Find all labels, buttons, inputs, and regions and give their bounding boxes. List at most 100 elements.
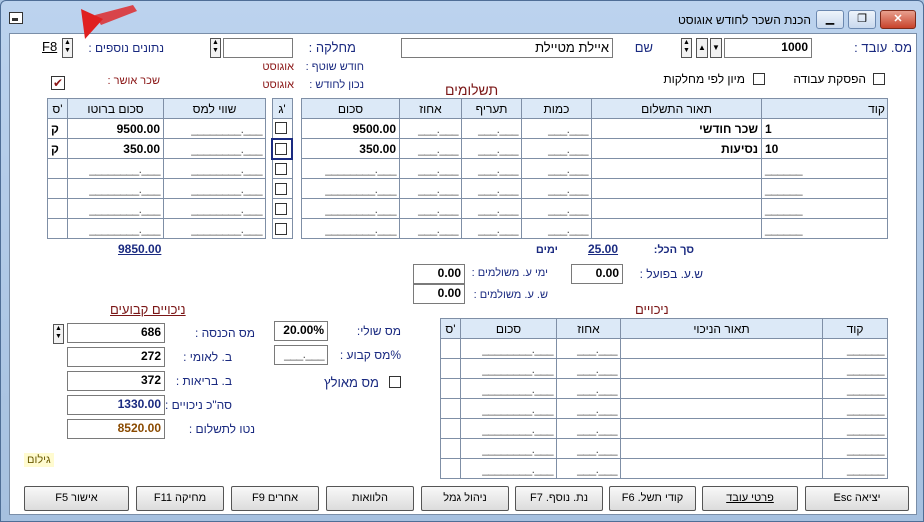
close-button[interactable]: ✕ <box>880 10 916 29</box>
provident-mgmt-button[interactable]: ניהול גמל <box>421 486 509 511</box>
percent-cell[interactable]: ___.___ <box>556 358 621 379</box>
table-row[interactable]: ________.___ ___.___ ______ <box>440 438 888 459</box>
desc-cell[interactable]: נסיעות <box>591 138 762 159</box>
amount-cell[interactable]: ________.___ <box>460 458 557 479</box>
actual-hours-input[interactable]: 0.00 <box>571 264 623 284</box>
code-cell[interactable]: ______ <box>822 398 888 419</box>
amount-cell[interactable]: ________.___ <box>460 438 557 459</box>
net-pay-input[interactable]: 8520.00 <box>67 419 165 439</box>
amount-cell[interactable]: 350.00 <box>301 138 400 159</box>
percent-cell[interactable]: ___.___ <box>556 378 621 399</box>
percent-cell[interactable]: ___.___ <box>556 398 621 419</box>
delete-button[interactable]: מחיקה F11 <box>136 486 224 511</box>
amount-cell[interactable]: ________.___ <box>301 178 400 199</box>
table-row[interactable]: 9500.00 ___.___ ___.___ ___.___ שכר חודש… <box>301 118 888 139</box>
amount-cell[interactable]: ________.___ <box>460 398 557 419</box>
extra-data-value[interactable]: F8 <box>42 39 57 54</box>
amount-cell[interactable]: ________.___ <box>460 378 557 399</box>
fixed-tax-input[interactable]: ___.___ <box>274 345 328 365</box>
work-stop-checkbox[interactable] <box>873 73 885 85</box>
fixed-deductions-spinner[interactable]: ▲ ▼ <box>53 324 64 344</box>
rate-cell[interactable]: ___.___ <box>461 138 522 159</box>
desc-cell[interactable]: שכר חודשי <box>591 118 762 139</box>
table-row[interactable]: ________.___ ___.___ ___.___ ___.___ ___… <box>301 198 888 219</box>
table-row[interactable]: 350.00 ___.___ ___.___ ___.___ נסיעות 10 <box>301 138 888 159</box>
code-cell[interactable]: ______ <box>822 358 888 379</box>
gross-cell[interactable]: ________.___ <box>67 198 164 219</box>
quantity-cell[interactable]: ___.___ <box>521 178 592 199</box>
table-row[interactable]: ________.___ ___.___ ___.___ ___.___ ___… <box>301 178 888 199</box>
sort-by-dept-checkbox[interactable] <box>753 73 765 85</box>
forced-tax-checkbox[interactable] <box>389 376 401 388</box>
desc-cell[interactable] <box>620 378 823 399</box>
tax-value-cell[interactable]: ________.___ <box>163 218 266 239</box>
amount-cell[interactable]: ________.___ <box>301 198 400 219</box>
percent-cell[interactable]: ___.___ <box>399 118 462 139</box>
employee-no-input[interactable]: 1000 <box>724 38 812 58</box>
percent-cell[interactable]: ___.___ <box>556 338 621 359</box>
minimize-button[interactable]: ▁ <box>816 10 844 29</box>
s-cell[interactable] <box>47 218 68 239</box>
s-cell[interactable] <box>440 398 461 419</box>
code-cell[interactable]: ______ <box>761 218 888 239</box>
desc-cell[interactable] <box>591 158 762 179</box>
amount-cell[interactable]: ________.___ <box>460 338 557 359</box>
g-checkbox[interactable] <box>274 122 287 135</box>
gross-cell[interactable]: ________.___ <box>67 218 164 239</box>
income-tax-input[interactable]: 686 <box>67 323 165 343</box>
loans-button[interactable]: הלוואות <box>326 486 414 511</box>
paid-days-input[interactable]: 0.00 <box>413 264 465 284</box>
s-cell[interactable] <box>440 438 461 459</box>
g-checkbox[interactable] <box>274 202 287 215</box>
table-row[interactable]: ________.___ ___.___ ______ <box>440 398 888 419</box>
desc-cell[interactable] <box>620 418 823 439</box>
s-cell[interactable] <box>440 378 461 399</box>
code-cell[interactable]: ______ <box>822 458 888 479</box>
g-checkbox[interactable] <box>274 182 287 195</box>
approve-button[interactable]: אישור F5 <box>24 486 129 511</box>
rate-cell[interactable]: ___.___ <box>461 118 522 139</box>
table-row[interactable]: ________.___ ________.___ <box>47 218 266 239</box>
table-row[interactable]: ק 350.00 ________.___ <box>47 138 266 159</box>
table-row[interactable]: ________.___ ________.___ <box>47 198 266 219</box>
extra-data-button[interactable]: נת. נוסף. F7 <box>515 486 603 511</box>
rate-cell[interactable]: ___.___ <box>461 178 522 199</box>
amount-cell[interactable]: 9500.00 <box>301 118 400 139</box>
percent-cell[interactable]: ___.___ <box>399 198 462 219</box>
employee-spinner[interactable]: ▲ ▼ <box>681 38 692 58</box>
paid-hours-input[interactable]: 0.00 <box>413 284 465 304</box>
amount-cell[interactable]: ________.___ <box>460 418 557 439</box>
table-row[interactable]: ________.___ ________.___ <box>47 178 266 199</box>
amount-cell[interactable]: ________.___ <box>301 158 400 179</box>
tax-value-cell[interactable]: ________.___ <box>163 158 266 179</box>
desc-cell[interactable] <box>620 358 823 379</box>
code-cell[interactable]: ______ <box>822 338 888 359</box>
table-row[interactable]: ________.___ ___.___ ______ <box>440 338 888 359</box>
quantity-cell[interactable]: ___.___ <box>521 198 592 219</box>
health-ins-input[interactable]: 372 <box>67 371 165 391</box>
gilum-label[interactable]: גילום <box>24 453 54 467</box>
table-row[interactable]: ________.___ ___.___ ______ <box>440 458 888 479</box>
s-cell[interactable] <box>47 178 68 199</box>
table-row[interactable]: ________.___ ___.___ ___.___ ___.___ ___… <box>301 218 888 239</box>
table-row[interactable]: ________.___ ___.___ ______ <box>440 418 888 439</box>
table-row[interactable]: ________.___ ___.___ ______ <box>440 378 888 399</box>
percent-cell[interactable]: ___.___ <box>399 178 462 199</box>
quantity-cell[interactable]: ___.___ <box>521 218 592 239</box>
percent-cell[interactable]: ___.___ <box>556 418 621 439</box>
approved-pay-checkbox[interactable]: ✔ <box>51 76 65 90</box>
code-cell[interactable]: ______ <box>761 158 888 179</box>
national-ins-input[interactable]: 272 <box>67 347 165 367</box>
others-button[interactable]: אחרים F9 <box>231 486 319 511</box>
desc-cell[interactable] <box>591 178 762 199</box>
payment-codes-button[interactable]: קודי תשל. F6 <box>609 486 696 511</box>
gross-cell[interactable]: 9500.00 <box>67 118 164 139</box>
percent-cell[interactable]: ___.___ <box>399 218 462 239</box>
s-cell[interactable] <box>440 458 461 479</box>
quantity-cell[interactable]: ___.___ <box>521 158 592 179</box>
percent-cell[interactable]: ___.___ <box>556 438 621 459</box>
g-checkbox[interactable] <box>275 142 287 155</box>
percent-cell[interactable]: ___.___ <box>556 458 621 479</box>
desc-cell[interactable] <box>620 338 823 359</box>
desc-cell[interactable] <box>591 218 762 239</box>
